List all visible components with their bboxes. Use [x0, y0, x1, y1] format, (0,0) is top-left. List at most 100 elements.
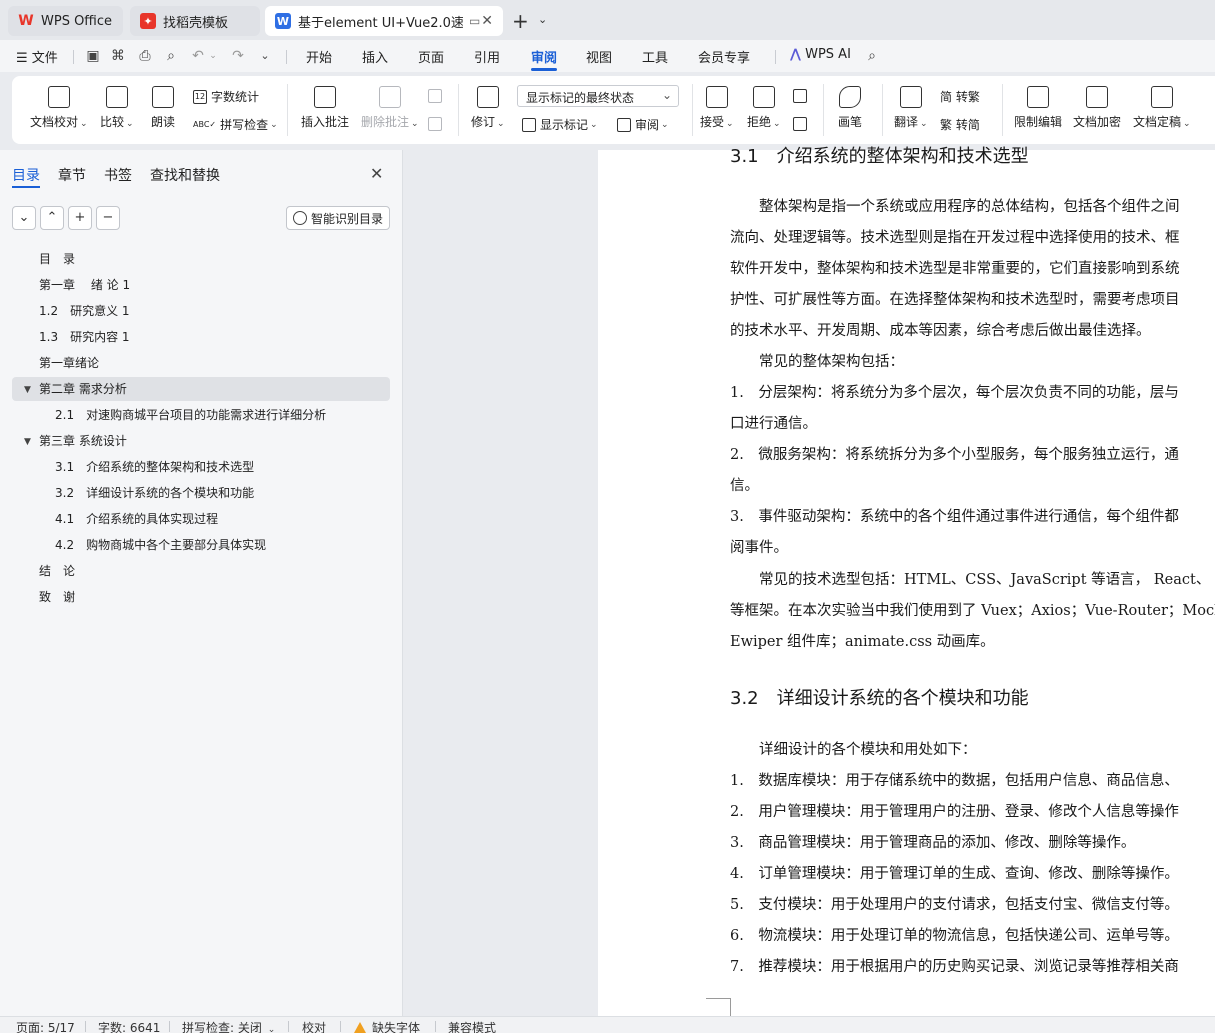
- expand-arrow-icon[interactable]: ▼: [24, 437, 31, 447]
- expand-arrow-icon[interactable]: ▼: [24, 385, 31, 395]
- toc-item[interactable]: 致 谢: [39, 585, 75, 609]
- page-indicator[interactable]: 页面: 5/17: [16, 1019, 75, 1033]
- docer-icon: ✦: [140, 13, 156, 29]
- divider: [169, 1021, 170, 1032]
- menu-home[interactable]: 开始: [306, 47, 332, 66]
- chevron-down-icon[interactable]: ⌄: [257, 48, 273, 64]
- show-markup-label: 显示标记: [540, 118, 589, 132]
- show-markup-button[interactable]: 显示标记 ⌄: [522, 116, 598, 133]
- tab-sections[interactable]: 章节: [58, 165, 86, 185]
- next-change-button[interactable]: [793, 117, 811, 131]
- tab-toc[interactable]: 目录: [12, 165, 40, 185]
- save-icon[interactable]: ▣: [85, 48, 101, 64]
- menu-view[interactable]: 视图: [586, 47, 612, 66]
- remove-level-button[interactable]: −: [96, 206, 120, 230]
- new-tab-button[interactable]: +: [512, 9, 529, 33]
- close-icon[interactable]: ✕: [370, 164, 383, 183]
- close-icon[interactable]: ✕: [481, 13, 493, 29]
- toc-item[interactable]: 第一章绪论: [39, 351, 99, 375]
- section-heading: 3.2 详细设计系统的各个模块和功能: [730, 688, 1029, 709]
- delete-comment-button[interactable]: 删除批注 ⌄: [361, 86, 419, 130]
- read-aloud-button[interactable]: 朗读: [151, 86, 175, 130]
- file-menu[interactable]: ☰ 文件: [16, 47, 58, 66]
- redo-icon[interactable]: ↷: [230, 48, 246, 64]
- print-preview-icon[interactable]: ⌕: [163, 48, 179, 64]
- toc-item[interactable]: 4.2 购物商城中各个主要部分具体实现: [55, 533, 266, 557]
- tab-wps-office[interactable]: W WPS Office: [8, 6, 123, 36]
- compat-mode-status[interactable]: 兼容模式: [448, 1019, 496, 1033]
- plus-icon: +: [74, 210, 86, 225]
- reject-button[interactable]: 拒绝 ⌄: [747, 86, 781, 130]
- toc-item[interactable]: 第一章 绪 论 1: [39, 273, 130, 297]
- menu-tools[interactable]: 工具: [642, 47, 668, 66]
- menu-bar: ☰ 文件 ▣ ⌘ ⎙ ⌕ ↶ ⌄ ↷ ⌄ 开始 插入 页面 引用 审阅 视图 工…: [0, 40, 1215, 72]
- tab-find-replace[interactable]: 查找和替换: [150, 165, 220, 185]
- toc-item[interactable]: 第三章 系统设计: [39, 429, 127, 453]
- toc-item[interactable]: 1.2 研究意义 1: [39, 299, 130, 323]
- accept-button[interactable]: 接受 ⌄: [700, 86, 734, 130]
- translate-icon: [899, 86, 922, 108]
- encrypt-button[interactable]: 文档加密: [1073, 86, 1121, 130]
- wps-ai-label: WPS AI: [805, 47, 851, 62]
- menu-references[interactable]: 引用: [474, 47, 500, 66]
- insert-comment-button[interactable]: 插入批注: [301, 86, 349, 130]
- to-traditional-button[interactable]: 简 转繁: [940, 88, 980, 105]
- restrict-edit-button[interactable]: 限制编辑: [1014, 86, 1062, 130]
- menu-member[interactable]: 会员专享: [698, 47, 750, 66]
- toc-item[interactable]: 目 录: [39, 247, 75, 271]
- spell-check-status[interactable]: 拼写检查: 关闭 ⌄: [182, 1019, 275, 1033]
- smart-toc-button[interactable]: 智能识别目录: [286, 206, 390, 230]
- divider: [435, 1021, 436, 1032]
- chevron-down-icon[interactable]: ⌄: [538, 13, 547, 26]
- menu-page[interactable]: 页面: [418, 47, 444, 66]
- toc-item[interactable]: 3.1 介绍系统的整体架构和技术选型: [55, 455, 254, 479]
- spell-check-button[interactable]: ABC✓ 拼写检查 ⌄: [193, 116, 278, 133]
- doc-check-button[interactable]: 文档校对 ⌄: [30, 86, 88, 130]
- compare-button[interactable]: 比较 ⌄: [100, 86, 134, 130]
- smart-toc-label: 智能识别目录: [311, 211, 384, 226]
- toc-item[interactable]: 1.3 研究内容 1: [39, 325, 130, 349]
- divider: [286, 50, 287, 64]
- wps-ai-button[interactable]: ⋀ WPS AI: [790, 47, 851, 62]
- prev-comment-button[interactable]: [428, 89, 446, 103]
- word-count-button[interactable]: 12 字数统计: [193, 88, 259, 105]
- prev-change-button[interactable]: [793, 89, 811, 103]
- add-level-button[interactable]: +: [68, 206, 92, 230]
- encrypt-doc-icon: [1086, 86, 1108, 108]
- finalize-button[interactable]: 文档定稿 ⌄: [1133, 86, 1191, 130]
- collapse-down-button[interactable]: ⌄: [12, 206, 36, 230]
- translate-button[interactable]: 翻译 ⌄: [894, 86, 928, 130]
- screen-icon[interactable]: ▭: [469, 14, 480, 28]
- menu-insert[interactable]: 插入: [362, 47, 388, 66]
- finalize-label: 文档定稿 ⌄: [1133, 115, 1191, 129]
- to-simplified-button[interactable]: 繁 转简: [940, 116, 980, 133]
- track-changes-button[interactable]: 修订 ⌄: [471, 86, 505, 130]
- proofread-status[interactable]: 校对: [302, 1019, 326, 1033]
- undo-dropdown-icon[interactable]: ⌄: [205, 48, 221, 64]
- markup-state-select[interactable]: 显示标记的最终状态 ⌄: [517, 85, 679, 107]
- review-pane-button[interactable]: 审阅 ⌄: [617, 116, 669, 133]
- toc-item[interactable]: 结 论: [39, 559, 75, 583]
- missing-font-status[interactable]: 缺失字体: [354, 1019, 420, 1033]
- next-comment-button[interactable]: [428, 117, 446, 131]
- toc-item[interactable]: 4.1 介绍系统的具体实现过程: [55, 507, 218, 531]
- undo-icon[interactable]: ↶: [190, 48, 206, 64]
- draw-button[interactable]: 画笔: [838, 86, 862, 130]
- body-line: 阅事件。: [730, 540, 788, 556]
- tab-docer-templates[interactable]: ✦ 找稻壳模板: [130, 6, 260, 36]
- tab-document[interactable]: W 基于element UI+Vue2.0速购 ▭ ✕: [265, 6, 503, 36]
- file-menu-label: 文件: [31, 51, 58, 66]
- tab-bookmarks[interactable]: 书签: [104, 165, 132, 185]
- toc-item[interactable]: 2.1 对速购商城平台项目的功能需求进行详细分析: [55, 403, 326, 427]
- toc-item[interactable]: 3.2 详细设计系统的各个模块和功能: [55, 481, 254, 505]
- print-icon[interactable]: ⎙: [137, 48, 153, 64]
- search-icon[interactable]: ⌕: [864, 48, 880, 64]
- export-icon[interactable]: ⌘: [110, 48, 126, 64]
- toc-item[interactable]: 第二章 需求分析: [39, 377, 127, 401]
- menu-review[interactable]: 审阅: [531, 47, 557, 66]
- word-count-status[interactable]: 字数: 6641: [98, 1019, 160, 1033]
- finalize-doc-icon: [1150, 86, 1173, 108]
- collapse-up-button[interactable]: ⌃: [40, 206, 64, 230]
- next-change-icon: [793, 117, 807, 131]
- draw-label: 画笔: [838, 115, 863, 129]
